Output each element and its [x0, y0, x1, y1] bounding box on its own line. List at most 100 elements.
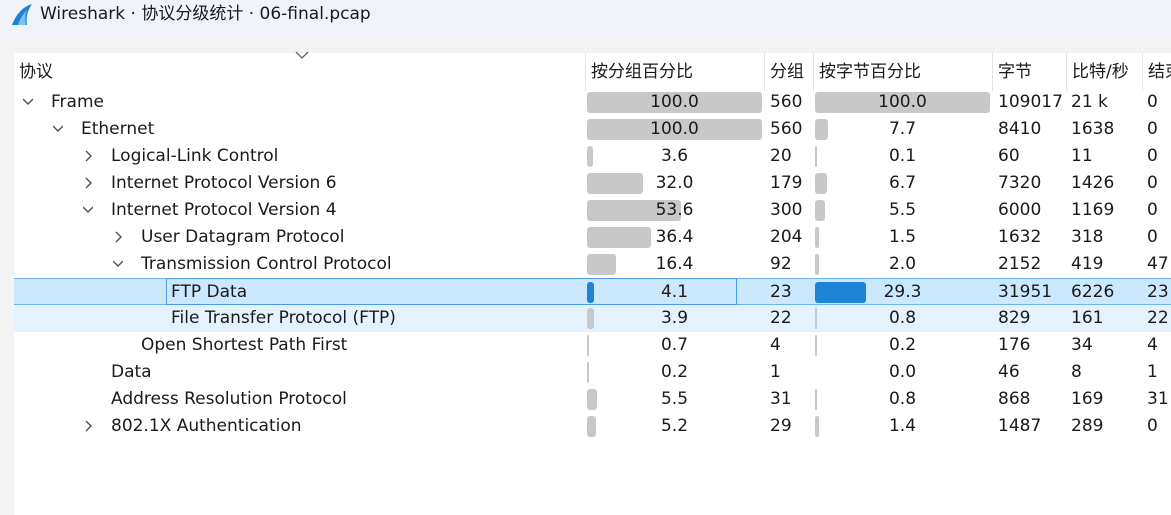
percent-packets-value: 5.2	[660, 416, 689, 436]
chevron-down-icon[interactable]	[23, 96, 33, 108]
end-packets-value: 23	[1147, 282, 1169, 302]
bytes-value: 46	[998, 362, 1020, 382]
table-row[interactable]: Transmission Control Protocol 16.4 92 2.0 21…	[14, 251, 1171, 278]
percent-bytes-value: 7.7	[888, 119, 917, 139]
percent-bytes-value: 1.5	[888, 227, 917, 247]
table-row[interactable]: Internet Protocol Version 6 32.0 179 6.7 732…	[14, 170, 1171, 197]
percent-packets-value: 32.0	[655, 173, 694, 193]
percent-bytes-value: 0.8	[888, 308, 917, 328]
bytes-value: 60	[998, 146, 1020, 166]
protocol-name: File Transfer Protocol (FTP)	[171, 308, 396, 328]
chevron-down-icon[interactable]	[53, 123, 63, 135]
bytes-value: 7320	[998, 173, 1042, 193]
chevron-down-icon[interactable]	[83, 204, 93, 216]
packets-value: 20	[770, 146, 792, 166]
table-row[interactable]: Ethernet 100.0 560 7.7 8410 1638 0	[14, 116, 1171, 143]
bytes-value: 31951	[998, 282, 1053, 302]
protocol-name: Transmission Control Protocol	[141, 254, 392, 274]
column-header-bits-per-second[interactable]: 比特/秒	[1067, 53, 1142, 91]
column-header-percent-bytes[interactable]: 按字节百分比	[814, 53, 992, 91]
table-row[interactable]: Logical-Link Control 3.6 20 0.1 60 11 0	[14, 143, 1171, 170]
end-packets-value: 31	[1147, 389, 1169, 409]
protocol-name: Internet Protocol Version 4	[111, 200, 337, 220]
percent-bytes-value: 0.8	[888, 389, 917, 409]
chevron-down-icon[interactable]	[113, 258, 123, 270]
protocol-name: Address Resolution Protocol	[111, 389, 347, 409]
end-packets-value: 0	[1147, 92, 1158, 112]
window-title: Wireshark · 协议分级统计 · 06-final.pcap	[40, 4, 371, 24]
bits-per-second-value: 289	[1071, 416, 1104, 436]
packets-value: 560	[770, 119, 803, 139]
column-header-packets[interactable]: 分组	[765, 53, 813, 91]
chevron-right-icon[interactable]	[83, 177, 93, 189]
bits-per-second-value: 1169	[1071, 200, 1115, 220]
percent-bytes-value: 2.0	[888, 254, 917, 274]
packets-value: 31	[770, 389, 792, 409]
packets-value: 300	[770, 200, 803, 220]
table-row[interactable]: User Datagram Protocol 36.4 204 1.5 1632 318 0	[14, 224, 1171, 251]
percent-packets-value: 3.6	[660, 146, 689, 166]
bits-per-second-value: 34	[1071, 335, 1093, 355]
packets-value: 22	[770, 308, 792, 328]
column-header-percent-packets[interactable]: 按分组百分比	[586, 53, 764, 91]
percent-packets-value: 0.2	[660, 362, 689, 382]
packets-value: 179	[770, 173, 803, 193]
chevron-right-icon[interactable]	[83, 420, 93, 432]
chevron-right-icon[interactable]	[113, 231, 123, 243]
packets-value: 204	[770, 227, 803, 247]
percent-packets-value: 4.1	[660, 282, 689, 302]
table-row[interactable]: 802.1X Authentication 5.2 29 1.4 1487 289 0	[14, 413, 1171, 440]
packets-value: 23	[770, 282, 792, 302]
bits-per-second-value: 419	[1071, 254, 1104, 274]
percent-packets-value: 5.5	[660, 389, 689, 409]
column-header-bytes[interactable]: 字节	[993, 53, 1066, 91]
end-packets-value: 0	[1147, 416, 1158, 436]
table-row[interactable]: Data 0.2 1 0.0 46 8 1	[14, 359, 1171, 386]
percent-packets-value: 16.4	[655, 254, 694, 274]
protocol-name: Logical-Link Control	[111, 146, 279, 166]
end-packets-value: 0	[1147, 173, 1158, 193]
table-row[interactable]: Address Resolution Protocol 5.5 31 0.8 868 16…	[14, 386, 1171, 413]
packets-value: 29	[770, 416, 792, 436]
bytes-value: 1487	[998, 416, 1042, 436]
packets-value: 1	[770, 362, 781, 382]
percent-packets-value: 36.4	[655, 227, 694, 247]
end-packets-value: 22	[1147, 308, 1169, 328]
percent-packets-value: 3.9	[660, 308, 689, 328]
end-packets-value: 0	[1147, 227, 1158, 247]
percent-bytes-value: 6.7	[888, 173, 917, 193]
end-packets-value: 1	[1147, 362, 1158, 382]
percent-bytes-value: 0.0	[888, 362, 917, 382]
end-packets-value: 0	[1147, 146, 1158, 166]
chevron-right-icon[interactable]	[83, 150, 93, 162]
percent-bytes-value: 1.4	[888, 416, 917, 436]
percent-bytes-value: 5.5	[888, 200, 917, 220]
sort-indicator-icon	[295, 51, 309, 59]
percent-bytes-value: 0.1	[888, 146, 917, 166]
bytes-value: 829	[998, 308, 1031, 328]
packets-value: 92	[770, 254, 792, 274]
bytes-value: 109017	[998, 92, 1063, 112]
title-bar[interactable]: Wireshark · 协议分级统计 · 06-final.pcap	[0, 0, 1171, 36]
bytes-value: 8410	[998, 119, 1042, 139]
bytes-value: 1632	[998, 227, 1042, 247]
protocol-name: Ethernet	[81, 119, 155, 139]
packets-value: 4	[770, 335, 781, 355]
table-row-selected[interactable]: FTP Data 4.1 23 29.3 31951 6226 23	[14, 278, 1171, 305]
bits-per-second-value: 318	[1071, 227, 1104, 247]
bytes-value: 6000	[998, 200, 1042, 220]
protocol-name: User Datagram Protocol	[141, 227, 345, 247]
bits-per-second-value: 21 k	[1071, 92, 1108, 112]
column-header-end-packets[interactable]: 结束	[1143, 53, 1171, 91]
protocol-name: FTP Data	[171, 282, 248, 302]
table-row[interactable]: File Transfer Protocol (FTP) 3.9 22 0.8 829 1…	[14, 305, 1171, 332]
percent-bytes-value: 100.0	[878, 92, 927, 112]
percent-packets-value: 0.7	[660, 335, 689, 355]
end-packets-value: 0	[1147, 200, 1158, 220]
bits-per-second-value: 1426	[1071, 173, 1115, 193]
table-row[interactable]: Frame 100.0 560 100.0 109017 21 k 0	[14, 89, 1171, 116]
percent-packets-value: 100.0	[650, 119, 699, 139]
table-row[interactable]: Internet Protocol Version 4 53.6 300 5.5 600…	[14, 197, 1171, 224]
table-row[interactable]: Open Shortest Path First 0.7 4 0.2 176 34 4	[14, 332, 1171, 359]
bytes-value: 868	[998, 389, 1031, 409]
